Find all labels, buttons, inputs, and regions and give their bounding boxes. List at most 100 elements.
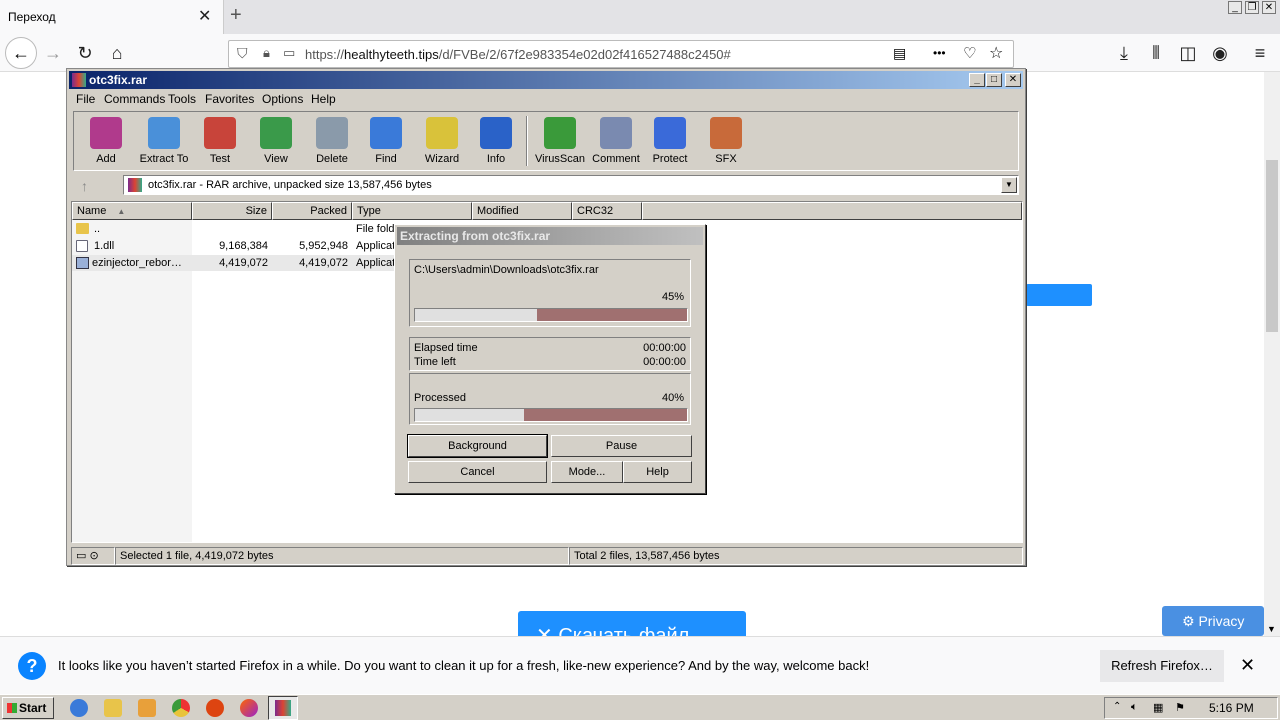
row-name: ezinjector_rebor… — [92, 257, 182, 269]
drive-icon[interactable]: ▭ ⊙ — [71, 547, 115, 565]
winrar-minimize-icon[interactable]: _ — [969, 73, 985, 87]
menu-options[interactable]: Options — [262, 92, 303, 106]
media-player-icon[interactable] — [138, 699, 156, 717]
menu-icon[interactable]: ≡ — [1248, 42, 1272, 64]
toolbar-button-comment[interactable]: Comment — [588, 116, 644, 170]
winrar-titlebar[interactable]: otc3fix.rar _ □ ✕ — [69, 71, 1023, 89]
row-packed — [272, 221, 348, 237]
processed-progress-bar — [414, 408, 688, 422]
winrar-app-icon — [72, 73, 86, 87]
background-button[interactable]: Background — [407, 434, 548, 458]
sort-ascending-icon: ▲ — [117, 207, 126, 216]
toolbar-button-test[interactable]: Test — [192, 116, 248, 170]
toolbar-button-extract-to[interactable]: Extract To — [136, 116, 192, 170]
account-icon[interactable]: ◉ — [1208, 42, 1232, 64]
menu-favorites[interactable]: Favorites — [205, 92, 254, 106]
window-close-icon[interactable]: ✕ — [1262, 1, 1276, 14]
processed-group: Processed 40% — [409, 373, 691, 425]
url-bar[interactable]: ⛉ 🔒︎ ▭ https://healthyteeth.tips/d/FVBe/… — [228, 40, 1014, 68]
volume-icon[interactable]: 🔈︎ — [1131, 701, 1138, 714]
downloads-icon[interactable]: ⤓ — [1112, 42, 1136, 64]
column-header-name[interactable]: Name ▲ — [72, 202, 192, 220]
scroll-down-icon[interactable]: ▼ — [1267, 624, 1276, 634]
permissions-icon[interactable]: ▭ — [283, 45, 295, 61]
toolbar-button-protect[interactable]: Protect — [642, 116, 698, 170]
opera-icon[interactable] — [206, 699, 224, 717]
page-actions-icon[interactable]: ••• — [933, 46, 946, 60]
clock[interactable]: 5:16 PM — [1209, 701, 1254, 715]
toolbar-button-wizard[interactable]: Wizard — [414, 116, 470, 170]
privacy-button[interactable]: ⚙ Privacy — [1162, 606, 1264, 636]
back-icon[interactable]: ← — [5, 37, 37, 69]
archive-path-field[interactable]: otc3fix.rar - RAR archive, unpacked size… — [123, 175, 1019, 195]
dialog-titlebar[interactable]: Extracting from otc3fix.rar — [397, 227, 703, 245]
toolbar-button-find[interactable]: Find — [358, 116, 414, 170]
menu-file[interactable]: File — [76, 92, 95, 106]
chevron-down-icon[interactable]: ▼ — [1001, 177, 1017, 193]
explorer-folder-icon[interactable] — [104, 699, 122, 717]
browser-tab[interactable]: Переход ✕ — [0, 0, 224, 34]
column-header-crc32[interactable]: CRC32 — [572, 202, 642, 220]
scrollbar-thumb[interactable] — [1266, 160, 1278, 332]
menu-help[interactable]: Help — [311, 92, 336, 106]
system-tray: ⌃ 🔈︎ ▦ ⚑ 5:16 PM — [1104, 697, 1278, 719]
ie-icon[interactable] — [70, 699, 88, 717]
reload-icon[interactable]: ↻ — [73, 42, 97, 64]
row-size: 4,419,072 — [219, 257, 268, 269]
url-text[interactable]: https://healthyteeth.tips/d/FVBe/2/67f2e… — [305, 47, 731, 62]
winrar-maximize-icon[interactable]: □ — [986, 73, 1002, 87]
winrar-taskbar-button[interactable] — [268, 696, 298, 720]
toolbar-button-delete[interactable]: Delete — [304, 116, 360, 170]
tracking-shield-icon[interactable]: ⛉ — [237, 45, 248, 62]
start-button[interactable]: Start — [2, 697, 54, 719]
home-icon[interactable]: ⌂ — [105, 42, 129, 64]
tab-close-icon[interactable]: ✕ — [198, 6, 211, 26]
network-icon[interactable]: ▦ — [1153, 701, 1163, 714]
column-header-type[interactable]: Type — [352, 202, 472, 220]
new-tab-icon[interactable]: + — [230, 4, 242, 27]
cancel-button[interactable]: Cancel — [408, 461, 547, 483]
up-folder-icon[interactable]: ↑ — [81, 178, 88, 194]
table-row[interactable]: 1.dll 9,168,384 5,952,948 Applicat — [72, 238, 402, 254]
library-icon[interactable]: ⫴ — [1144, 42, 1168, 64]
action-center-flag-icon[interactable]: ⚑ — [1175, 701, 1185, 714]
sidebar-icon[interactable]: ◫ — [1176, 42, 1200, 64]
notification-close-icon[interactable]: ✕ — [1240, 655, 1255, 676]
winrar-close-icon[interactable]: ✕ — [1005, 73, 1021, 87]
row-name: .. — [94, 223, 101, 235]
firefox-icon[interactable] — [240, 699, 258, 717]
forward-icon[interactable]: → — [41, 42, 65, 64]
toolbar-label: View — [264, 153, 288, 165]
mode-button[interactable]: Mode... — [551, 461, 623, 483]
column-header-size[interactable]: Size — [192, 202, 272, 220]
window-restore-icon[interactable]: ❐ — [1245, 1, 1259, 14]
refresh-firefox-button[interactable]: Refresh Firefox… — [1100, 650, 1224, 682]
tray-expand-icon[interactable]: ⌃ — [1113, 701, 1121, 712]
toolbar-button-virusscan[interactable]: VirusScan — [532, 116, 588, 170]
page-scrollbar[interactable]: ▼ — [1264, 72, 1280, 636]
bookmark-star-icon[interactable]: ☆ — [989, 43, 1003, 63]
toolbar-button-info[interactable]: Info — [468, 116, 524, 170]
toolbar-button-sfx[interactable]: SFX — [698, 116, 754, 170]
toolbar-label: SFX — [715, 153, 737, 165]
download-file-button[interactable]: ✕ Скачать файл — [518, 611, 746, 637]
toolbar-button-add[interactable]: Add — [78, 116, 134, 170]
extract-folder-icon — [148, 117, 180, 149]
winrar-icon — [275, 700, 291, 716]
chrome-icon[interactable] — [172, 699, 190, 717]
column-header-modified[interactable]: Modified — [472, 202, 572, 220]
lock-icon[interactable]: 🔒︎ — [263, 45, 270, 61]
table-row[interactable]: ezinjector_rebor… 4,419,072 4,419,072 Ap… — [72, 255, 402, 271]
menu-tools[interactable]: Tools — [168, 92, 196, 106]
toolbar-button-view[interactable]: View — [248, 116, 304, 170]
page-button-partial[interactable] — [1026, 284, 1092, 306]
add-archive-icon — [90, 117, 122, 149]
help-button[interactable]: Help — [623, 461, 692, 483]
pause-button[interactable]: Pause — [551, 435, 692, 457]
reader-view-icon[interactable]: ▤ — [893, 45, 906, 62]
window-minimize-icon[interactable]: _ — [1228, 1, 1242, 14]
column-header-packed[interactable]: Packed — [272, 202, 352, 220]
menu-commands[interactable]: Commands — [104, 92, 165, 106]
pocket-icon[interactable]: ♡ — [963, 44, 976, 62]
table-row[interactable]: .. File fold — [72, 221, 402, 237]
